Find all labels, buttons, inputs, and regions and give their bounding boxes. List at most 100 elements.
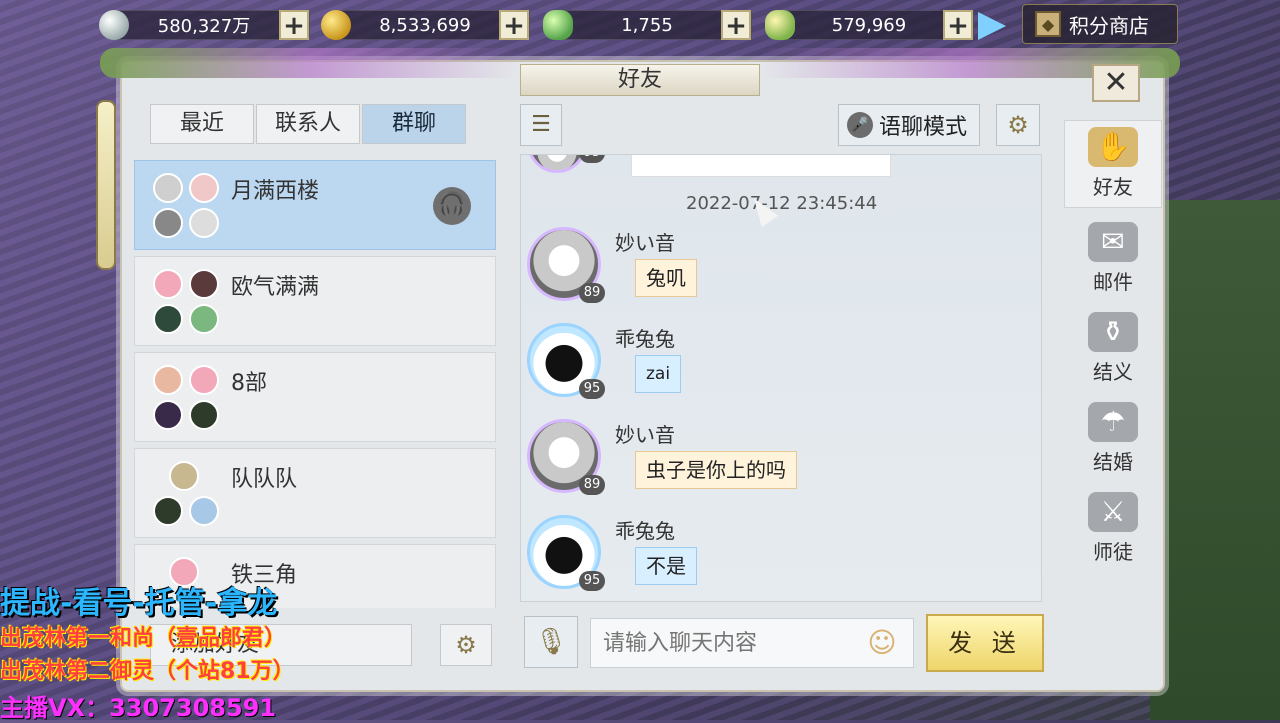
level-badge: 95 — [579, 571, 605, 591]
microphone-icon: 🎤 — [847, 112, 873, 138]
voice-mode-label: 语聊模式 — [879, 115, 968, 140]
currency-value: 580,327万 — [157, 16, 251, 37]
group-avatars — [151, 171, 223, 241]
overlay-line-3: 出茂林第二御灵（个站81万） — [0, 659, 295, 684]
silver-coin-icon — [99, 10, 129, 40]
lantern-decoration — [96, 100, 116, 270]
avatar — [189, 400, 219, 430]
side-nav: ✋ 好友 ✉ 邮件 ⚱ 结义 ☂ 结婚 ⚔ 师徒 — [1064, 120, 1162, 590]
group-item[interactable]: 队队队 — [134, 448, 496, 538]
side-nav-label: 好友 — [1093, 175, 1133, 199]
currency-jade: 1,755 + — [543, 10, 752, 40]
voice-input-button[interactable]: 🎙 — [524, 616, 578, 668]
avatar — [153, 365, 183, 395]
avatar — [189, 496, 219, 526]
group-avatars — [151, 459, 223, 529]
level-badge: 89 — [579, 283, 605, 303]
close-button[interactable]: ✕ — [1092, 64, 1140, 102]
avatar — [153, 400, 183, 430]
level-badge: 89 — [579, 475, 605, 495]
add-jade-button[interactable]: + — [721, 10, 751, 40]
avatar — [189, 208, 219, 238]
side-nav-label: 结婚 — [1093, 450, 1133, 474]
currency-silver: 580,327万 + — [99, 10, 310, 40]
sender-name: 妙い音 — [615, 231, 675, 255]
group-name: 欧气满满 — [231, 275, 320, 300]
tab-contacts[interactable]: 联系人 — [256, 104, 360, 144]
side-nav-mail[interactable]: ✉ 邮件 — [1064, 216, 1162, 304]
friends-icon: ✋ — [1088, 127, 1138, 167]
jade-ingot-icon — [543, 10, 573, 40]
currency-value: 8,533,699 — [379, 14, 471, 36]
side-nav-friends[interactable]: ✋ 好友 — [1064, 120, 1162, 208]
window-title: 好友 — [520, 64, 760, 96]
message-timestamp: 2022-07-12 23:45:44 — [686, 193, 878, 214]
list-settings-button[interactable]: ⚙ — [440, 624, 492, 666]
shop-label: 积分商店 — [1069, 13, 1149, 38]
previous-message-bubble — [631, 155, 891, 177]
message-bubble: zai — [635, 355, 682, 393]
currency-value: 579,969 — [831, 14, 907, 36]
side-nav-label: 邮件 — [1093, 270, 1133, 294]
add-gold-button[interactable]: + — [499, 10, 529, 40]
vine-decoration-left — [100, 48, 520, 78]
list-toggle-icon[interactable]: ☰ — [520, 104, 562, 146]
avatar — [189, 365, 219, 395]
tab-recent[interactable]: 最近 — [150, 104, 254, 144]
side-nav-marriage[interactable]: ☂ 结婚 — [1064, 396, 1162, 484]
group-item[interactable]: 欧气满满 — [134, 256, 496, 346]
side-nav-label: 结义 — [1093, 360, 1133, 384]
avatar — [153, 173, 183, 203]
overlay-line-1: 提战-看号-托管-拿龙 — [0, 586, 278, 621]
overlay-line-2: 出茂林第一和尚（壹品郎君） — [0, 626, 287, 651]
group-avatars — [151, 267, 223, 337]
chat-settings-button[interactable]: ⚙ — [996, 104, 1040, 146]
add-ingot-button[interactable]: + — [943, 10, 973, 40]
voice-mode-button[interactable]: 🎤 语聊模式 — [838, 104, 980, 146]
sworn-icon: ⚱ — [1088, 312, 1138, 352]
message-bubble: 不是 — [635, 547, 697, 585]
side-nav-sworn[interactable]: ⚱ 结义 — [1064, 306, 1162, 394]
sender-name: 乖兔兔 — [615, 327, 675, 351]
add-silver-button[interactable]: + — [279, 10, 309, 40]
gold-ingot-icon — [765, 10, 795, 40]
chat-area[interactable]: 95 2022-07-12 23:45:44 89 妙い音 兔叽 95 乖兔兔 … — [520, 154, 1042, 602]
mail-icon: ✉ — [1088, 222, 1138, 262]
avatar — [169, 461, 199, 491]
currency-ingot: 579,969 + — [765, 10, 974, 40]
headset-icon[interactable]: 🎧 — [433, 187, 471, 225]
level-badge: 95 — [579, 155, 605, 163]
group-name: 队队队 — [231, 467, 298, 492]
background-grass — [1150, 200, 1280, 720]
avatar — [153, 496, 183, 526]
message-bubble: 虫子是你上的吗 — [635, 451, 797, 489]
currency-gold: 8,533,699 + — [321, 10, 530, 40]
marriage-icon: ☂ — [1088, 402, 1138, 442]
avatar — [527, 155, 587, 173]
tab-group-chat[interactable]: 群聊 — [362, 104, 466, 144]
avatar — [153, 304, 183, 334]
currency-value: 1,755 — [621, 14, 673, 36]
gold-coin-icon — [321, 10, 351, 40]
group-name: 月满西楼 — [231, 179, 320, 204]
group-avatars — [151, 363, 223, 433]
side-nav-mentor[interactable]: ⚔ 师徒 — [1064, 486, 1162, 574]
avatar — [189, 304, 219, 334]
tab-bar: 最近 联系人 群聊 — [150, 104, 468, 144]
overlay-line-4: 主播VX：3307308591 — [0, 694, 277, 722]
expand-arrow-icon[interactable] — [978, 12, 1006, 40]
group-item[interactable]: 8部 — [134, 352, 496, 442]
group-item[interactable]: 月满西楼 🎧 — [134, 160, 496, 250]
avatar — [189, 173, 219, 203]
group-list: 月满西楼 🎧 欧气满满 8部 队队队 铁三角 — [134, 160, 496, 608]
emoji-icon[interactable]: ☺ — [860, 624, 904, 662]
avatar — [153, 269, 183, 299]
avatar — [189, 269, 219, 299]
sender-name: 乖兔兔 — [615, 519, 675, 543]
message-bubble: 兔叽 — [635, 259, 697, 297]
side-nav-label: 师徒 — [1093, 540, 1133, 564]
points-shop-button[interactable]: ◆ 积分商店 — [1022, 4, 1178, 44]
sender-name: 妙い音 — [615, 423, 675, 447]
group-name: 8部 — [231, 371, 267, 396]
send-button[interactable]: 发 送 — [926, 614, 1044, 672]
